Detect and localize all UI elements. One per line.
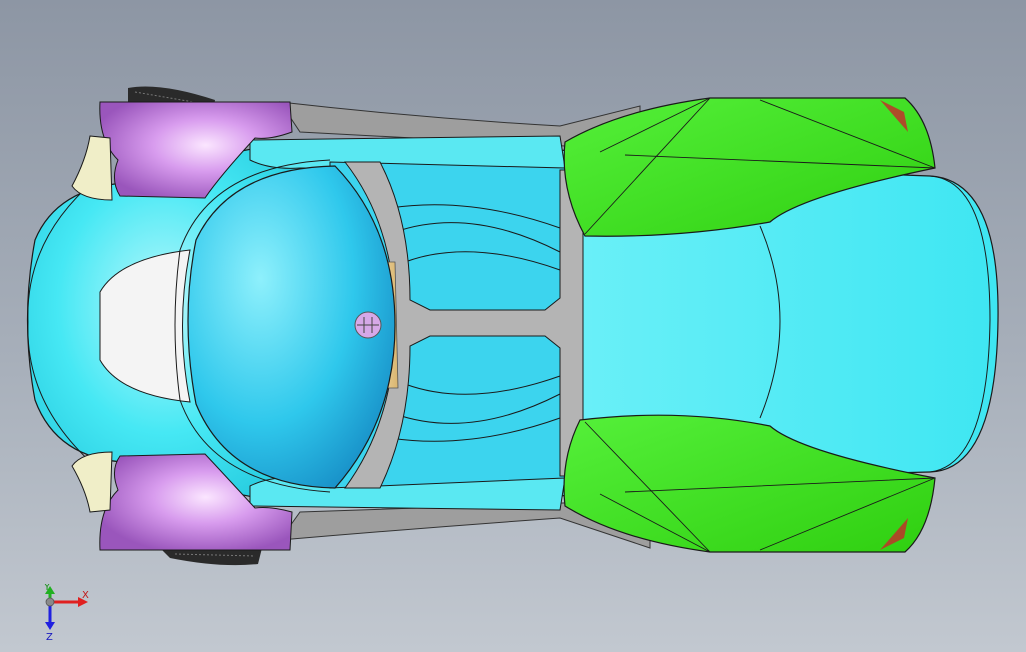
car-model[interactable] (0, 0, 1026, 652)
cad-graphics-viewport[interactable]: X Y Z (0, 0, 1026, 652)
y-axis-label: Y (43, 584, 51, 593)
z-axis-label: Z (46, 632, 53, 643)
headlight-top (71, 135, 113, 201)
coordinate-triad: X Y Z (34, 582, 104, 644)
emblem-icon (354, 311, 382, 339)
headlight-bottom (71, 451, 113, 513)
x-axis-label: X (82, 590, 89, 601)
tire-front-bottom (160, 548, 262, 566)
